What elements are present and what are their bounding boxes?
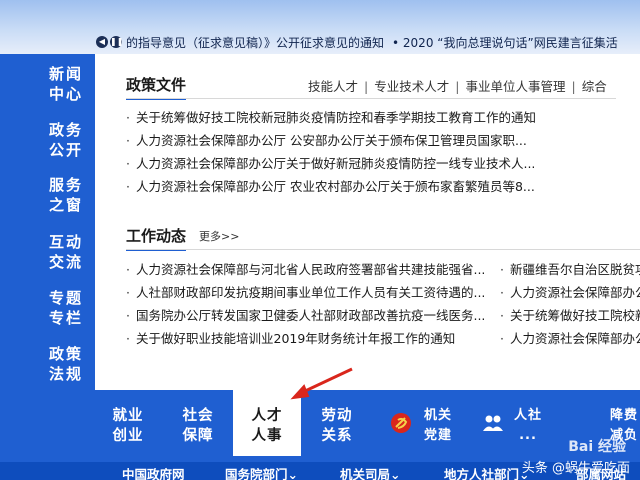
- author-credit: 头条 @蜗牛爱吃面: [521, 461, 630, 476]
- red-arrow-annotation: [290, 367, 353, 400]
- baidu-watermark: Bai 经验: [568, 439, 626, 455]
